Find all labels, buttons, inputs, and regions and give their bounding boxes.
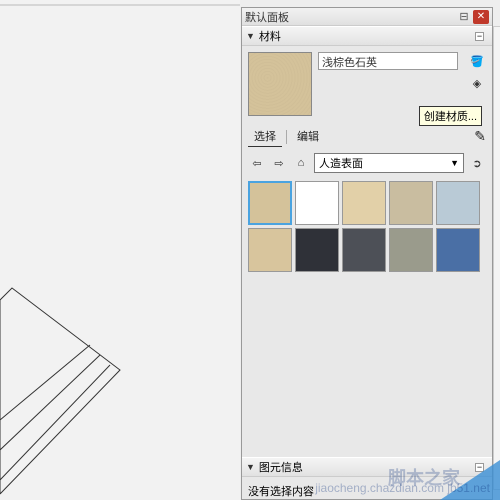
category-dropdown[interactable]: 人造表面 ▼: [314, 153, 464, 173]
close-icon[interactable]: ✕: [473, 10, 489, 24]
material-swatch[interactable]: [295, 181, 339, 225]
material-swatch[interactable]: [248, 181, 292, 225]
entity-info-label: 图元信息: [259, 459, 303, 475]
material-swatch[interactable]: [389, 228, 433, 272]
collapse-icon: ▼: [246, 31, 255, 41]
eyedropper-icon[interactable]: ✎: [474, 128, 486, 145]
materials-body: 浅棕色石英 🪣 ◈ 创建材质... 选择 编辑 ✎ ⇦ ⇨ ⌂ 人造表面 ▼ ➲: [242, 46, 492, 476]
details-menu-icon[interactable]: ➲: [468, 154, 486, 172]
viewport-3d[interactable]: [0, 0, 240, 500]
material-swatch[interactable]: [389, 181, 433, 225]
material-tabs: 选择 编辑 ✎: [248, 126, 486, 147]
default-tray-panel: 默认面板 ⊟ ✕ ▼ 材料 − 浅棕色石英 🪣 ◈ 创建材质... 选择 编辑 …: [241, 7, 493, 500]
material-name-field[interactable]: 浅棕色石英: [318, 52, 458, 70]
panel-title: 默认面板: [245, 9, 455, 25]
materials-label: 材料: [259, 28, 281, 44]
tab-edit[interactable]: 编辑: [291, 126, 325, 147]
material-swatch[interactable]: [342, 181, 386, 225]
pin-icon[interactable]: ⊟: [456, 10, 472, 24]
create-material-icon[interactable]: ◈: [468, 74, 486, 92]
panel-titlebar[interactable]: 默认面板 ⊟ ✕: [242, 8, 492, 26]
material-swatch[interactable]: [295, 228, 339, 272]
material-swatch[interactable]: [342, 228, 386, 272]
swatch-grid: [248, 181, 486, 272]
minimize-icon[interactable]: −: [475, 32, 484, 41]
category-value: 人造表面: [319, 155, 363, 171]
collapse-icon: ▼: [246, 462, 255, 472]
library-nav: ⇦ ⇨ ⌂ 人造表面 ▼ ➲: [248, 153, 486, 173]
tray-resize-strip[interactable]: [493, 26, 500, 490]
material-swatch[interactable]: [248, 228, 292, 272]
paint-bucket-icon[interactable]: 🪣: [468, 52, 486, 70]
material-preview[interactable]: [248, 52, 312, 116]
materials-section-header[interactable]: ▼ 材料 −: [242, 26, 492, 46]
chevron-down-icon: ▼: [450, 158, 459, 168]
watermark-url: jiaocheng.chazdian.com jb51.net: [315, 481, 490, 495]
nav-forward-icon[interactable]: ⇨: [270, 154, 288, 172]
entity-info-status: 没有选择内容: [248, 486, 314, 498]
home-icon[interactable]: ⌂: [292, 154, 310, 172]
tab-separator: [286, 130, 287, 144]
nav-back-icon[interactable]: ⇦: [248, 154, 266, 172]
tab-select[interactable]: 选择: [248, 126, 282, 147]
tooltip-create-material: 创建材质...: [419, 106, 482, 126]
material-swatch[interactable]: [436, 228, 480, 272]
material-swatch[interactable]: [436, 181, 480, 225]
